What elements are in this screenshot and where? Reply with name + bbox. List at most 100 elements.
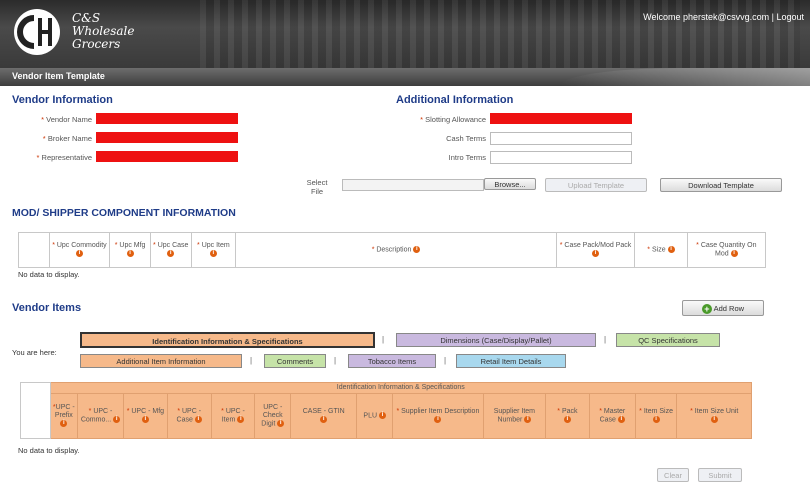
broker-name-label-text: Broker Name bbox=[47, 134, 92, 143]
mod-col-size-label: Size bbox=[651, 246, 666, 254]
col-pack-label: Pack bbox=[561, 407, 578, 415]
add-row-label: Add Row bbox=[713, 304, 745, 313]
vendor-name-label: * Vendor Name bbox=[41, 115, 92, 124]
broker-name-field[interactable] bbox=[96, 132, 238, 143]
vendor-name-label-text: Vendor Name bbox=[46, 115, 92, 124]
tab-tobacco-items[interactable]: Tobacco Items bbox=[348, 354, 436, 368]
slotting-allowance-field[interactable] bbox=[490, 113, 632, 124]
mod-col-case-quantity[interactable]: * Case Quantity On Mod i bbox=[686, 232, 767, 268]
col-supplier-item-number[interactable]: Supplier Item Number i bbox=[482, 393, 546, 439]
mod-col-case-quantity-label: Case Quantity On Mod bbox=[700, 241, 757, 258]
mod-col-upc-item[interactable]: * Upc Item i bbox=[190, 232, 237, 268]
mod-shipper-heading: MOD/ SHIPPER COMPONENT INFORMATION bbox=[12, 207, 236, 219]
info-icon: i bbox=[379, 411, 386, 419]
app-header: C&S Wholesale Grocers Welcome pherstek@c… bbox=[0, 0, 810, 68]
col-case-gtin[interactable]: CASE - GTIN i bbox=[290, 393, 358, 439]
identification-group-header-row: Identification Information & Specificati… bbox=[20, 382, 753, 439]
col-upc-commodity-label: UPC - Commo... bbox=[80, 407, 113, 424]
info-icon: i bbox=[667, 245, 675, 253]
tab-dimensions[interactable]: Dimensions (Case/Display/Pallet) bbox=[396, 333, 596, 347]
tab-separator: | bbox=[382, 335, 385, 344]
vendor-name-field[interactable] bbox=[96, 113, 238, 124]
tab-identification[interactable]: Identification Information & Specificati… bbox=[80, 332, 375, 348]
mod-col-size[interactable]: * Size i bbox=[634, 232, 688, 268]
col-item-size-label: Item Size bbox=[643, 407, 673, 415]
tab-additional-item-info[interactable]: Additional Item Information bbox=[80, 354, 242, 368]
mod-col-upc-case-label: Upc Case bbox=[157, 241, 189, 249]
col-pack[interactable]: * Pack i bbox=[544, 393, 590, 439]
info-icon: i bbox=[617, 415, 625, 423]
plus-icon: + bbox=[701, 304, 712, 315]
col-upc-case[interactable]: * UPC - Case i bbox=[166, 393, 212, 439]
info-icon: i bbox=[563, 415, 571, 423]
col-upc-prefix[interactable]: *UPC - Prefix i bbox=[49, 393, 79, 439]
company-logo bbox=[14, 9, 60, 55]
mod-col-upc-mfg[interactable]: * Upc Mfg i bbox=[109, 232, 151, 268]
mod-col-description[interactable]: * Description i bbox=[235, 232, 557, 268]
info-icon: i bbox=[710, 415, 718, 423]
tab-comments[interactable]: Comments bbox=[264, 354, 326, 368]
mod-col-upc-case[interactable]: * Upc Case i bbox=[149, 232, 192, 268]
clear-button[interactable]: Clear bbox=[657, 468, 689, 482]
mod-shipper-table: * Upc Commodity i * Upc Mfg i * Upc Case i… bbox=[18, 232, 767, 268]
tab-separator: | bbox=[604, 335, 607, 344]
representative-label-text: Representative bbox=[41, 153, 92, 162]
tab-separator: | bbox=[444, 356, 447, 365]
info-icon: i bbox=[113, 415, 121, 423]
logo-text: C&S Wholesale Grocers bbox=[72, 12, 134, 51]
identification-header-row: *UPC - Prefix i * UPC - Commo... i * UPC… bbox=[20, 393, 752, 439]
col-item-size-unit[interactable]: * Item Size Unit i bbox=[676, 393, 752, 439]
col-upc-check-digit[interactable]: UPC - Check Digit i bbox=[254, 393, 292, 439]
cash-terms-label: Cash Terms bbox=[446, 134, 486, 143]
select-file-label: Select File bbox=[300, 178, 334, 196]
tab-separator: | bbox=[250, 356, 253, 365]
info-icon: i bbox=[126, 249, 134, 257]
title-bar-wave bbox=[560, 68, 810, 86]
vendor-info-heading: Vendor Information bbox=[12, 94, 113, 106]
mod-col-case-pack-label: Case Pack/Mod Pack bbox=[564, 241, 632, 249]
tab-separator: | bbox=[334, 356, 337, 365]
mod-col-case-pack[interactable]: * Case Pack/Mod Pack i bbox=[555, 232, 636, 268]
info-icon: i bbox=[652, 415, 660, 423]
info-icon: i bbox=[434, 415, 442, 423]
col-upc-item[interactable]: * UPC - Item i bbox=[210, 393, 256, 439]
identification-table: Identification Information & Specificati… bbox=[20, 382, 753, 439]
col-upc-mfg-label: UPC - Mfg bbox=[131, 407, 165, 415]
add-row-button[interactable]: + Add Row bbox=[682, 300, 764, 316]
intro-terms-input[interactable] bbox=[490, 151, 632, 164]
col-supplier-item-description-label: Supplier Item Description bbox=[401, 407, 480, 415]
col-item-size-unit-label: Item Size Unit bbox=[694, 407, 739, 415]
info-icon: i bbox=[209, 249, 217, 257]
browse-button[interactable]: Browse... bbox=[484, 178, 536, 190]
welcome-logout-link[interactable]: Welcome pherstek@csvvg.com | Logout bbox=[643, 12, 804, 22]
info-icon: i bbox=[413, 245, 421, 253]
info-icon: i bbox=[141, 415, 149, 423]
col-plu[interactable]: PLU i bbox=[356, 393, 394, 439]
col-upc-mfg[interactable]: * UPC - Mfg i bbox=[122, 393, 168, 439]
file-path-input[interactable] bbox=[342, 179, 484, 191]
mod-col-description-label: Description bbox=[376, 246, 412, 254]
mod-col-upc-mfg-label: Upc Mfg bbox=[119, 241, 146, 249]
broker-name-label: * Broker Name bbox=[42, 134, 92, 143]
representative-field[interactable] bbox=[96, 151, 238, 162]
logo-line-3: Grocers bbox=[72, 37, 121, 51]
col-plu-label: PLU bbox=[363, 412, 378, 420]
col-master-case[interactable]: * Master Case i bbox=[588, 393, 636, 439]
tab-retail-item-details[interactable]: Retail Item Details bbox=[456, 354, 566, 368]
upload-template-button[interactable]: Upload Template bbox=[545, 178, 647, 192]
tab-qc-specifications[interactable]: QC Specifications bbox=[616, 333, 720, 347]
col-upc-commodity[interactable]: * UPC - Commo... i bbox=[77, 393, 124, 439]
cash-terms-input[interactable] bbox=[490, 132, 632, 145]
col-supplier-item-description[interactable]: * Supplier Item Description i bbox=[392, 393, 484, 439]
col-case-gtin-label: CASE - GTIN bbox=[302, 407, 345, 415]
page-title: Vendor Item Template bbox=[12, 71, 105, 81]
submit-button[interactable]: Submit bbox=[698, 468, 742, 482]
mod-col-upc-commodity-label: Upc Commodity bbox=[56, 241, 107, 249]
intro-terms-label: Intro Terms bbox=[448, 153, 486, 162]
col-item-size[interactable]: * Item Size i bbox=[634, 393, 678, 439]
slotting-allowance-label-text: Slotting Allowance bbox=[425, 115, 486, 124]
header-background bbox=[200, 0, 800, 68]
slotting-allowance-label: * Slotting Allowance bbox=[420, 115, 486, 124]
mod-col-upc-commodity[interactable]: * Upc Commodity i bbox=[48, 232, 111, 268]
download-template-button[interactable]: Download Template bbox=[660, 178, 782, 192]
